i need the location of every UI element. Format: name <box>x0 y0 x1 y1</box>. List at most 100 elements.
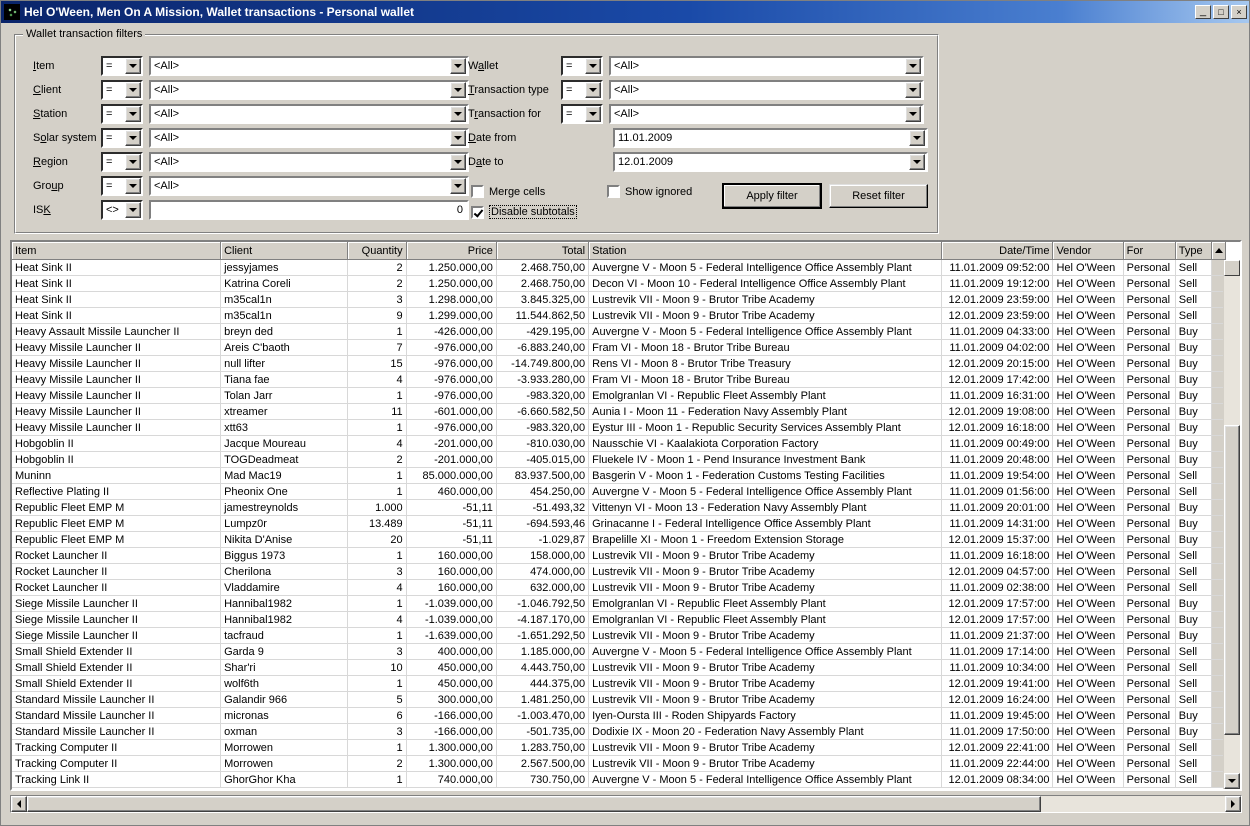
table-row[interactable]: Heavy Missile Launcher II xtt63 1 -976.000,… <box>12 419 1226 436</box>
table-row[interactable]: Reflective Plating II Pheonix One 1 460.000… <box>12 483 1226 500</box>
maximize-button[interactable]: □ <box>1213 5 1229 19</box>
checkbox-show-ignored[interactable]: Show ignored <box>607 185 692 198</box>
filter-op-isk[interactable]: <> <box>101 200 143 220</box>
filter-value-date-to[interactable]: 12.01.2009 <box>613 152 928 172</box>
sort-ascending-icon[interactable] <box>1211 242 1227 260</box>
table-row[interactable]: Small Shield Extender II Garda 9 3 400.000,… <box>12 643 1226 660</box>
column-header-vendor[interactable]: Vendor <box>1052 242 1124 260</box>
table-row[interactable]: Heavy Missile Launcher II null lifter 15 -9… <box>12 355 1226 372</box>
filter-value-date-from[interactable]: 11.01.2009 <box>613 128 928 148</box>
table-row[interactable]: Republic Fleet EMP M Nikita D'Anise 20 -51,… <box>12 531 1226 548</box>
table-row[interactable]: Heat Sink II m35cal1n 9 1.299.000,00 11.544.… <box>12 307 1226 324</box>
vertical-scroll-thumb[interactable] <box>1224 425 1240 735</box>
chevron-down-icon[interactable] <box>125 154 141 170</box>
filter-value-region[interactable]: <All> <box>149 152 469 172</box>
chevron-down-icon[interactable] <box>450 130 466 146</box>
chevron-down-icon[interactable] <box>125 202 141 218</box>
chevron-down-icon[interactable] <box>585 106 601 122</box>
column-header-price[interactable]: Price <box>406 242 497 260</box>
table-row[interactable]: Muninn Mad Mac19 1 85.000.000,00 83.937.500,… <box>12 467 1226 484</box>
checkbox-disable-subtotals[interactable]: Disable subtotals <box>471 205 577 219</box>
table-row[interactable]: Heavy Missile Launcher II Tolan Jarr 1 -976… <box>12 387 1226 404</box>
table-row[interactable]: Standard Missile Launcher II micronas 6 -16… <box>12 707 1226 724</box>
table-row[interactable]: Standard Missile Launcher II oxman 3 -166.0… <box>12 723 1226 740</box>
scroll-left-button[interactable] <box>11 796 27 812</box>
minimize-button[interactable]: _ <box>1195 5 1211 19</box>
filter-value-wallet[interactable]: <All> <box>609 56 924 76</box>
filter-value-client[interactable]: <All> <box>149 80 469 100</box>
scroll-down-button[interactable] <box>1224 773 1240 789</box>
table-row[interactable]: Hobgoblin II TOGDeadmeat 2 -201.000,00 -405.… <box>12 451 1226 468</box>
filter-value-transaction-type[interactable]: <All> <box>609 80 924 100</box>
table-row[interactable]: Hobgoblin II Jacque Moureau 4 -201.000,00 -8… <box>12 435 1226 452</box>
chevron-down-icon[interactable] <box>450 106 466 122</box>
reset-filter-button[interactable]: Reset filter <box>829 184 928 208</box>
table-row[interactable]: Heat Sink II jessyjames 2 1.250.000,00 2.468… <box>12 259 1226 276</box>
scroll-up-button[interactable] <box>1224 260 1240 276</box>
filter-op-wallet[interactable]: = <box>561 56 603 76</box>
table-row[interactable]: Standard Missile Launcher II Galandir 966… <box>12 691 1226 708</box>
chevron-down-icon[interactable] <box>905 58 921 74</box>
checkbox-show-ignored-box[interactable] <box>607 185 620 198</box>
column-header-total[interactable]: Total <box>496 242 590 260</box>
table-row[interactable]: Heavy Assault Missile Launcher II breyn d… <box>12 323 1226 340</box>
filter-op-solar-system[interactable]: = <box>101 128 143 148</box>
chevron-down-icon[interactable] <box>125 178 141 194</box>
filter-op-transaction-type[interactable]: = <box>561 80 603 100</box>
column-header-station[interactable]: Station <box>588 242 943 260</box>
filter-value-group[interactable]: <All> <box>149 176 469 196</box>
table-row[interactable]: Heavy Missile Launcher II Areis C'baoth 7-… <box>12 339 1226 356</box>
chevron-down-icon[interactable] <box>585 82 601 98</box>
chevron-down-icon[interactable] <box>905 106 921 122</box>
filter-value-transaction-for[interactable]: <All> <box>609 104 924 124</box>
filter-op-client[interactable]: = <box>101 80 143 100</box>
table-row[interactable]: Tracking Link II GhorGhor Kha 1 740.000,00 7… <box>12 771 1226 788</box>
table-row[interactable]: Republic Fleet EMP M Lumpz0r 13.489 -51,11-… <box>12 515 1226 532</box>
table-row[interactable]: Republic Fleet EMP Mjamestreynolds 1.000-… <box>12 499 1226 516</box>
table-row[interactable]: Siege Missile Launcher II tacfraud 1 -1.639… <box>12 627 1226 644</box>
table-row[interactable]: Heat Sink II m35cal1n 3 1.298.000,00 3.845.3… <box>12 291 1226 308</box>
grid-vertical-scrollbar[interactable] <box>1223 260 1240 789</box>
table-row[interactable]: Rocket Launcher II Cherilona 3 160.000,00 47… <box>12 563 1226 580</box>
chevron-down-icon[interactable] <box>125 106 141 122</box>
table-row[interactable]: Tracking Computer II Morrowen 1 1.300.000,0… <box>12 739 1226 756</box>
chevron-down-icon[interactable] <box>450 58 466 74</box>
chevron-down-icon[interactable] <box>905 82 921 98</box>
filter-op-group[interactable]: = <box>101 176 143 196</box>
checkbox-disable-subtotals-box[interactable] <box>471 205 484 219</box>
filter-op-item[interactable]: = <box>101 56 143 76</box>
title-bar[interactable]: Hel O'Ween, Men On A Mission, Wallet tra… <box>1 1 1249 23</box>
column-header-client[interactable]: Client <box>220 242 349 260</box>
horizontal-scroll-thumb[interactable] <box>27 796 1041 812</box>
table-row[interactable]: Heat Sink II Katrina Coreli 2 1.250.000,00 2… <box>12 275 1226 292</box>
horizontal-scrollbar[interactable] <box>10 795 1242 813</box>
table-row[interactable]: Tracking Computer II Morrowen 2 1.300.000,0… <box>12 755 1226 772</box>
column-header-item[interactable]: Item <box>12 242 222 260</box>
apply-filter-button[interactable]: Apply filter <box>723 184 821 208</box>
filter-value-item[interactable]: <All> <box>149 56 469 76</box>
chevron-down-icon[interactable] <box>585 58 601 74</box>
filter-op-transaction-for[interactable]: = <box>561 104 603 124</box>
column-header-for[interactable]: For <box>1123 242 1176 260</box>
chevron-down-icon[interactable] <box>909 130 925 146</box>
column-header-datetime[interactable]: Date/Time <box>941 242 1054 260</box>
checkbox-merge-cells[interactable]: Merge cells <box>471 185 545 198</box>
scroll-right-button[interactable] <box>1225 796 1241 812</box>
horizontal-scroll-track[interactable] <box>1041 796 1225 812</box>
transactions-grid[interactable]: Item Client Quantity Price Total Station… <box>10 240 1242 791</box>
table-row[interactable]: Small Shield Extender II Shar'ri 10 450.000… <box>12 659 1226 676</box>
filter-value-station[interactable]: <All> <box>149 104 469 124</box>
chevron-down-icon[interactable] <box>450 82 466 98</box>
checkbox-merge-cells-box[interactable] <box>471 185 484 198</box>
filter-op-region[interactable]: = <box>101 152 143 172</box>
chevron-down-icon[interactable] <box>450 178 466 194</box>
table-row[interactable]: Small Shield Extender II wolf6th 1 450.000,… <box>12 675 1226 692</box>
filter-value-isk[interactable]: 0 <box>149 200 469 220</box>
close-button[interactable]: × <box>1231 5 1247 19</box>
chevron-down-icon[interactable] <box>450 154 466 170</box>
table-row[interactable]: Siege Missile Launcher II Hannibal1982 1 -1… <box>12 595 1226 612</box>
chevron-down-icon[interactable] <box>125 58 141 74</box>
column-header-type[interactable]: Type <box>1175 242 1212 260</box>
filter-op-station[interactable]: = <box>101 104 143 124</box>
table-row[interactable]: Heavy Missile Launcher II Tiana fae 4 -976.… <box>12 371 1226 388</box>
